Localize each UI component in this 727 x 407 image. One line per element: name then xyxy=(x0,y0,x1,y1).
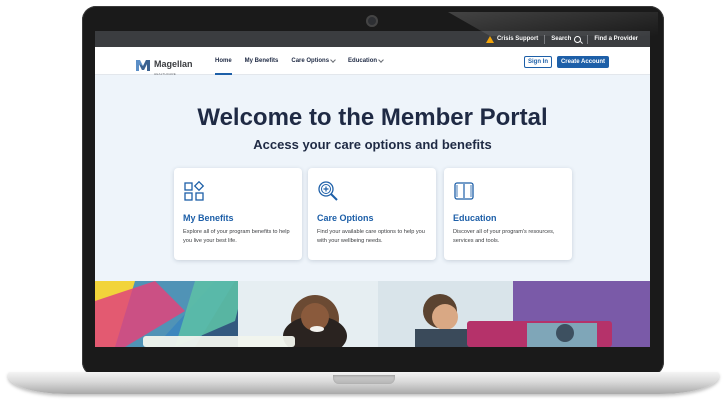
portal-screen: Crisis Support Search Find a Provider Ma… xyxy=(95,31,650,347)
nav-item-label: Home xyxy=(215,57,232,64)
nav-item-home[interactable]: Home xyxy=(215,47,232,75)
webcam xyxy=(366,15,378,27)
logo-name: Magellan xyxy=(154,59,193,69)
laptop-opening-notch xyxy=(333,375,395,384)
create-account-button[interactable]: Create Account xyxy=(557,56,609,68)
card-title: Care Options xyxy=(317,213,374,223)
warning-icon xyxy=(485,35,494,43)
card-care-options[interactable]: Care Options Find your available care op… xyxy=(308,168,436,260)
main-nav: Magellan HEALTHCARE Home My Benefits Car… xyxy=(95,47,650,76)
page-title: Welcome to the Member Portal xyxy=(197,104,548,131)
search-link[interactable]: Search xyxy=(551,35,582,43)
card-description: Find your available care options to help… xyxy=(317,229,425,244)
nav-item-education[interactable]: Education xyxy=(348,47,384,74)
magnifier-plus-icon xyxy=(318,181,338,201)
card-my-benefits[interactable]: My Benefits Explore all of your program … xyxy=(174,168,302,260)
magellan-m-icon xyxy=(136,60,150,71)
open-book-icon xyxy=(454,182,474,200)
nav-item-care-options[interactable]: Care Options xyxy=(291,47,336,74)
hero-photo-band xyxy=(95,281,650,347)
search-icon xyxy=(574,35,582,43)
people-photo-collage xyxy=(95,281,650,347)
chevron-down-icon xyxy=(330,56,336,63)
search-label: Search xyxy=(551,36,572,42)
nav-item-label: Education xyxy=(348,57,378,64)
crisis-support-label: Crisis Support xyxy=(496,36,539,42)
card-description: Explore all of your program benefits to … xyxy=(183,229,290,244)
magellan-logo[interactable]: Magellan HEALTHCARE xyxy=(135,54,193,76)
nav-item-my-benefits[interactable]: My Benefits xyxy=(245,47,279,74)
find-provider-link[interactable]: Find a Provider xyxy=(594,36,638,42)
nav-item-label: Care Options xyxy=(291,57,330,64)
sign-in-button[interactable]: Sign In xyxy=(524,56,552,68)
chevron-down-icon xyxy=(378,56,384,63)
logo-subtitle: HEALTHCARE xyxy=(154,72,176,76)
card-title: My Benefits xyxy=(183,213,234,223)
card-description: Discover all of your program's resources… xyxy=(453,229,555,244)
card-education[interactable]: Education Discover all of your program's… xyxy=(444,168,572,260)
card-title: Education xyxy=(453,213,497,223)
grid-shapes-icon xyxy=(184,180,205,201)
nav-item-label: My Benefits xyxy=(244,57,279,64)
page-subtitle: Access your care options and benefits xyxy=(253,137,492,152)
crisis-support-link[interactable]: Crisis Support xyxy=(485,35,539,43)
find-provider-label: Find a Provider xyxy=(594,36,638,42)
